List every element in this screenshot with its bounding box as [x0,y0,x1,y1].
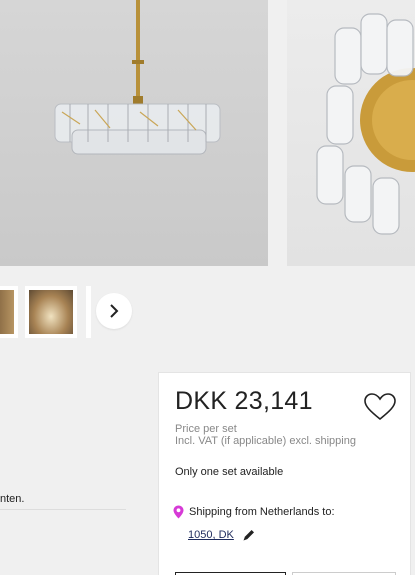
chandelier-detail-image [316,13,415,235]
shipping-label: Shipping from Netherlands to: [189,506,335,518]
price-card: DKK 23,141 Price per set Incl. VAT (if a… [158,372,411,575]
thumbnail[interactable] [25,286,77,338]
price: DKK 23,141 [175,387,313,415]
location-pin-icon [173,505,184,519]
vat-note: Incl. VAT (if applicable) excl. shipping [175,435,356,447]
product-photo-main[interactable] [0,0,268,266]
postal-row: 1050, DK [188,528,256,542]
next-thumbnails-button[interactable] [96,293,132,329]
chandelier-image [54,0,221,155]
divider [0,509,126,510]
thumbnail[interactable] [86,286,91,338]
pencil-icon[interactable] [242,528,256,542]
shipping-row: Shipping from Netherlands to: [173,505,335,519]
description-text: nten. [0,493,25,505]
heart-icon [364,393,396,421]
thumbnail[interactable] [0,286,18,338]
availability-text: Only one set available [175,466,284,478]
price-unit: Price per set [175,423,237,435]
product-photo-secondary[interactable] [287,0,415,266]
favorite-button[interactable] [363,393,397,423]
chevron-right-icon [110,304,119,318]
postal-code-link[interactable]: 1050, DK [188,529,234,541]
